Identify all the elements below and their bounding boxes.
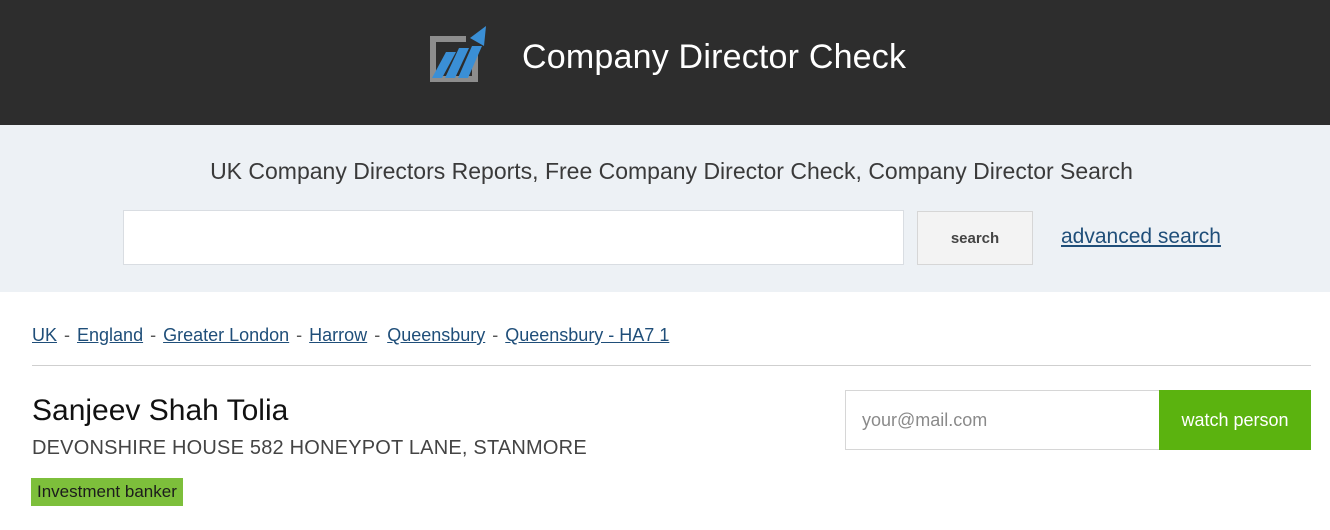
- divider: [32, 365, 1311, 366]
- person-address: DEVONSHIRE HOUSE 582 HONEYPOT LANE, STAN…: [32, 437, 587, 459]
- breadcrumb-item-harrow[interactable]: Harrow: [309, 325, 367, 345]
- breadcrumb-item-greater-london[interactable]: Greater London: [163, 325, 289, 345]
- chart-arrow-logo-icon[interactable]: [426, 24, 490, 86]
- breadcrumb: UK - England - Greater London - Harrow - Queensb…: [32, 325, 669, 346]
- tagline: UK Company Directors Reports, Free Compa…: [210, 158, 1133, 184]
- watch-person-button[interactable]: watch person: [1159, 390, 1311, 450]
- breadcrumb-separator: -: [150, 325, 157, 345]
- breadcrumb-separator: -: [64, 325, 71, 345]
- search-button[interactable]: search: [917, 211, 1033, 265]
- occupation-badge: Investment banker: [31, 478, 183, 506]
- person-name: Sanjeev Shah Tolia: [32, 394, 289, 427]
- site-header: Company Director Check: [0, 0, 1330, 125]
- breadcrumb-item-england[interactable]: England: [77, 325, 143, 345]
- site-title[interactable]: Company Director Check: [522, 38, 906, 77]
- advanced-search-link[interactable]: advanced search: [1061, 225, 1221, 249]
- search-input[interactable]: [123, 210, 904, 265]
- breadcrumb-separator: -: [374, 325, 381, 345]
- breadcrumb-separator: -: [296, 325, 303, 345]
- breadcrumb-separator: -: [492, 325, 499, 345]
- breadcrumb-item-queensbury-ha7[interactable]: Queensbury - HA7 1: [505, 325, 669, 345]
- search-section: [0, 125, 1330, 292]
- email-field[interactable]: [845, 390, 1160, 450]
- breadcrumb-item-queensbury[interactable]: Queensbury: [387, 325, 485, 345]
- breadcrumb-item-uk[interactable]: UK: [32, 325, 57, 345]
